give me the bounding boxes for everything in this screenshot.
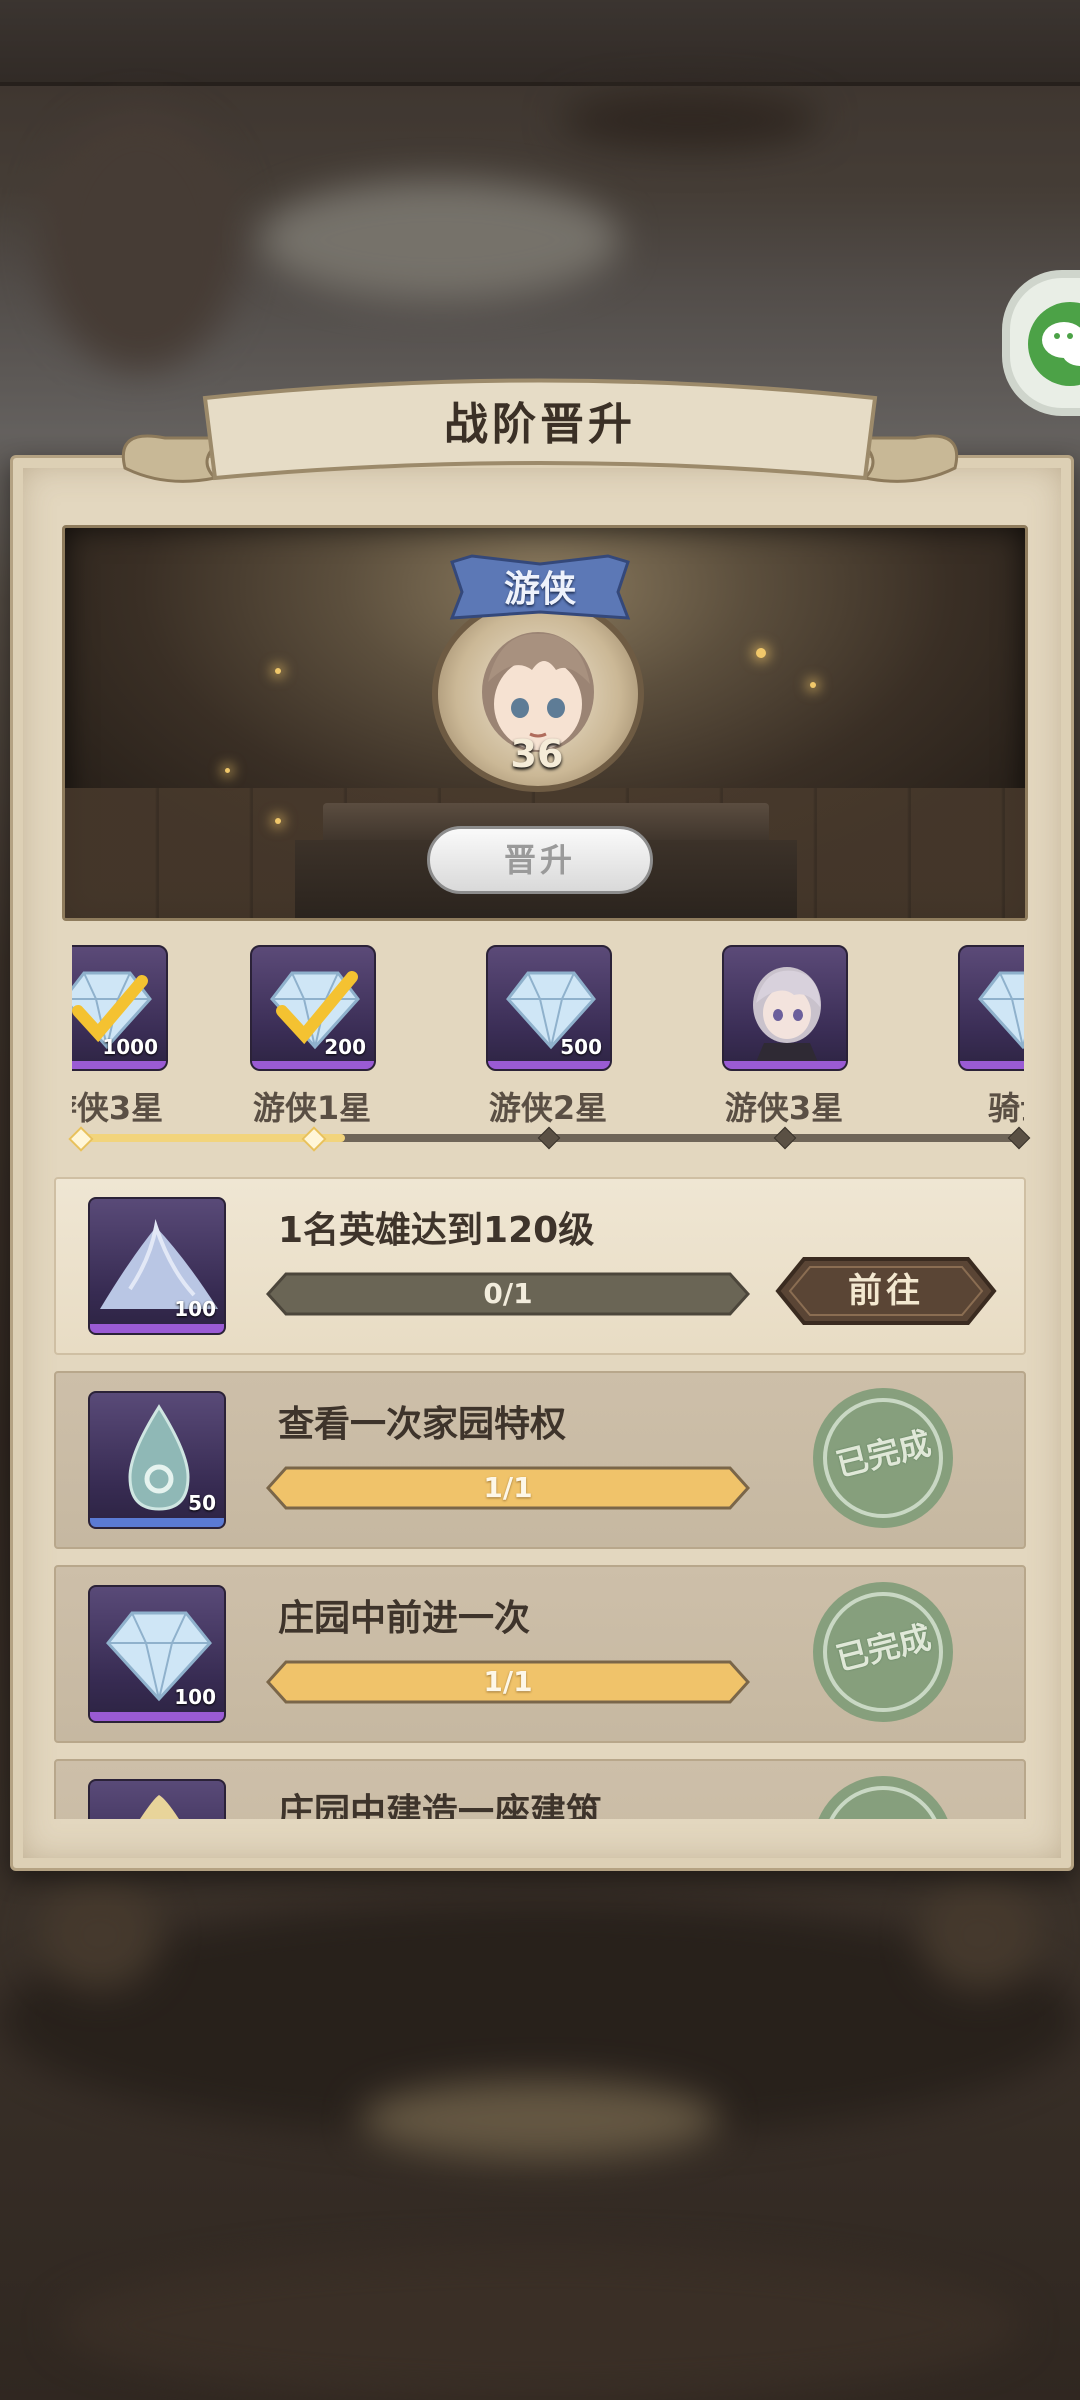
reward-count: 50 xyxy=(188,1491,216,1515)
milestone-label: 骑士 xyxy=(987,1089,1024,1127)
milestone-item[interactable]: 骑士 xyxy=(920,945,1024,1127)
task-row: 庄园中建造一座建筑 xyxy=(54,1759,1026,1819)
task-progress-bar: 1/1 xyxy=(266,1659,750,1705)
gold-pile-icon xyxy=(140,1795,179,1819)
reward-count: 100 xyxy=(174,1685,216,1709)
wechat-icon xyxy=(1042,322,1080,366)
task-title: 庄园中建造一座建筑 xyxy=(278,1792,603,1819)
promote-button[interactable]: 晋升 xyxy=(427,826,653,894)
milestone-label: 游侠3星 xyxy=(724,1089,844,1127)
task-title: 庄园中前进一次 xyxy=(278,1598,531,1639)
go-button[interactable]: 前往 xyxy=(774,1255,998,1327)
reward-count: 1000 xyxy=(102,1035,158,1059)
milestone-item[interactable]: 500 游侠2星 xyxy=(448,945,628,1127)
diamond-icon xyxy=(978,971,1024,1050)
milestone-label: 游侠3星 xyxy=(72,1089,164,1127)
reward-count: 100 xyxy=(174,1297,216,1321)
hero-portrait-icon xyxy=(753,967,821,1067)
task-title: 查看一次家园特权 xyxy=(278,1404,567,1445)
dialog-title: 战阶晋升 xyxy=(444,399,636,450)
milestone-track: 1000 游侠3星 200 游侠1星 500 游侠2星 xyxy=(72,945,1024,1155)
go-button-label: 前往 xyxy=(848,1271,924,1311)
milestone-label: 游侠1星 xyxy=(252,1089,372,1127)
milestone-item[interactable]: 游侠3星 xyxy=(684,945,864,1127)
completed-stamp xyxy=(818,1776,948,1819)
task-row: 100 庄园中前进一次 1/1 已完成 xyxy=(54,1565,1026,1743)
rank-name: 游侠 xyxy=(503,569,576,610)
milestone-label: 游侠2星 xyxy=(488,1089,608,1127)
task-row: 50 查看一次家园特权 1/1 已完成 xyxy=(54,1371,1026,1549)
reward-count: 500 xyxy=(560,1035,602,1059)
task-progress-text: 0/1 xyxy=(483,1277,533,1310)
task-progress-text: 1/1 xyxy=(483,1471,533,1504)
task-row: 100 1名英雄达到120级 0/1 前往 xyxy=(54,1177,1026,1355)
reward-count: 200 xyxy=(324,1035,366,1059)
hero-level: 36 xyxy=(510,732,564,776)
task-progress-bar: 1/1 xyxy=(266,1465,750,1511)
task-list: 100 1名英雄达到120级 0/1 前往 50 查看一次家园特权 1/1 已完… xyxy=(54,1175,1026,1819)
task-title: 1名英雄达到120级 xyxy=(278,1210,595,1251)
milestone-item[interactable]: 200 游侠1星 xyxy=(212,945,392,1127)
task-progress-bar: 0/1 xyxy=(266,1271,750,1317)
task-progress-text: 1/1 xyxy=(483,1665,533,1698)
milestone-item[interactable]: 1000 游侠3星 xyxy=(72,945,184,1127)
